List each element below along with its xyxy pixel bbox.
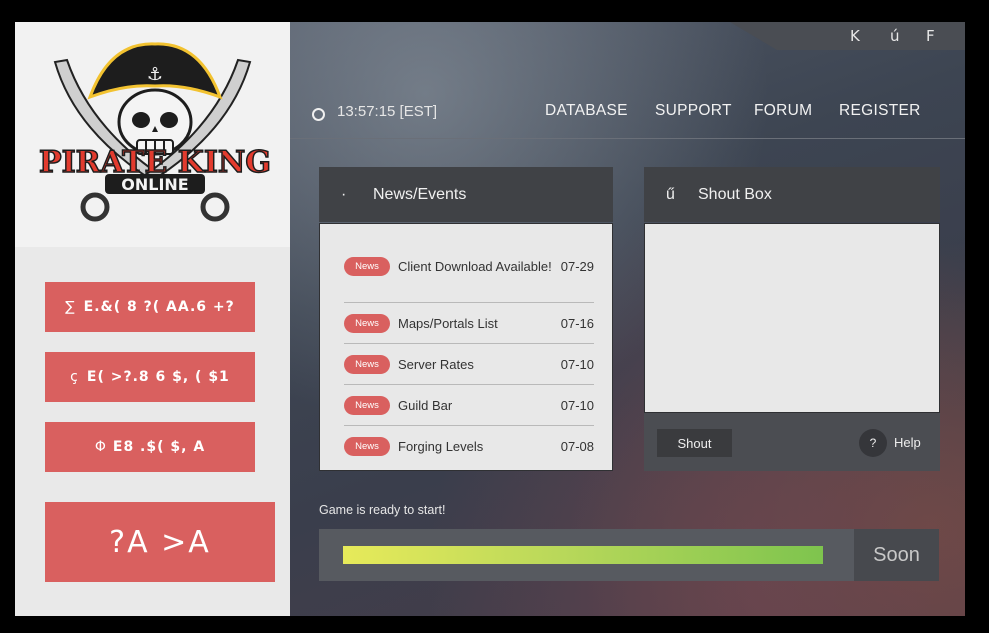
news-item[interactable]: News Guild Bar 07-10 [344,384,594,425]
shoutbox-title: Shout Box [698,185,772,203]
sidebar-button-3-label: E8 .$( $, A [112,439,206,455]
sidebar-button-3[interactable]: Φ E8 .$( $, A [45,422,255,472]
news-item-title[interactable]: Forging Levels [398,439,561,454]
sidebar: ⚓ PIRATE KING ONLINE ∑ E.&(8 ?(AA.6 +?… [15,22,290,616]
news-badge: News [344,313,390,333]
news-item-date: 07-29 [560,258,594,274]
help-label[interactable]: Help [894,435,921,450]
shoutbox-messages[interactable] [644,223,940,413]
progress-fill [343,546,823,564]
clock-icon [312,108,325,121]
news-item-title[interactable]: Maps/Portals List [398,316,561,331]
news-title: News/Events [373,185,467,203]
news-item-date: 07-10 [560,397,594,413]
news-item-title[interactable]: Server Rates [398,357,561,372]
nav-register[interactable]: REGISTER [839,102,921,120]
clock-time: 13:57:15 [EST] [337,103,438,120]
settings-button[interactable]: ú [890,27,900,45]
news-icon: · [341,185,347,203]
close-button[interactable]: F [926,27,935,45]
news-item[interactable]: News Maps/Portals List 07-16 [344,302,594,343]
header-divider [290,138,965,139]
sidebar-button-2-label: E( >?.8 6 $, ( $1 [86,369,230,385]
sidebar-button-3-icon: Φ [94,439,107,455]
launcher-window: ⚓ PIRATE KING ONLINE ∑ E.&(8 ?(AA.6 +?… [15,22,965,616]
news-item-title[interactable]: Client Download Available! [398,259,561,274]
progress-bar-container [319,529,854,581]
progress-track [343,546,823,564]
news-badge: News [344,354,390,374]
sidebar-button-2-icon: ç [70,369,79,385]
nav-database[interactable]: DATABASE [545,102,628,120]
logo-subtitle: ONLINE [121,175,188,194]
news-badge: News [344,395,390,415]
sidebar-button-2[interactable]: ç E( >?.8 6 $, ( $1 [45,352,255,402]
main-area: K ú F 13:57:15 [EST] DATABASE SUPPORT FO… [290,22,965,616]
news-list: News Client Download Available! 07-29 Ne… [319,223,613,471]
shoutbox-header: ű Shout Box [644,167,940,222]
status-text: Game is ready to start! [319,503,446,517]
sidebar-button-1[interactable]: ∑ E.&( 8 ?( AA.6 +? [45,282,255,332]
news-item-title[interactable]: Guild Bar [398,398,561,413]
nav-forum[interactable]: FORUM [754,102,812,120]
nav-support[interactable]: SUPPORT [655,102,732,120]
news-item-date: 07-08 [560,438,594,454]
news-badge: News [344,436,390,456]
help-icon[interactable]: ? [859,429,887,457]
sidebar-button-1-icon: ∑ [65,299,76,315]
server-clock: 13:57:15 [EST] [312,102,437,121]
news-item[interactable]: News Forging Levels 07-08 [344,425,594,466]
shoutbox-toolbar: Shout ? Help [644,413,940,471]
logo-area: ⚓ PIRATE KING ONLINE [15,22,290,247]
minimize-button[interactable]: K [850,27,860,45]
soon-button[interactable]: Soon [854,529,939,581]
news-item-date: 07-16 [560,315,594,331]
sidebar-button-1-label: E.&( 8 ?( AA.6 +? [83,299,235,315]
play-button[interactable]: ?A >A [45,502,275,582]
news-header: · News/Events [319,167,613,222]
window-controls: K ú F [730,22,965,50]
news-badge: News [344,256,390,276]
shout-button[interactable]: Shout [657,429,732,457]
shoutbox-icon: ű [666,185,675,203]
play-button-label: ?A >A [109,524,211,560]
news-item-date: 07-10 [560,356,594,372]
news-item[interactable]: News Server Rates 07-10 [344,343,594,384]
svg-text:⚓: ⚓ [147,64,163,85]
pirate-king-logo: ⚓ PIRATE KING ONLINE [38,42,272,222]
news-item[interactable]: News Client Download Available! 07-29 [344,246,594,286]
